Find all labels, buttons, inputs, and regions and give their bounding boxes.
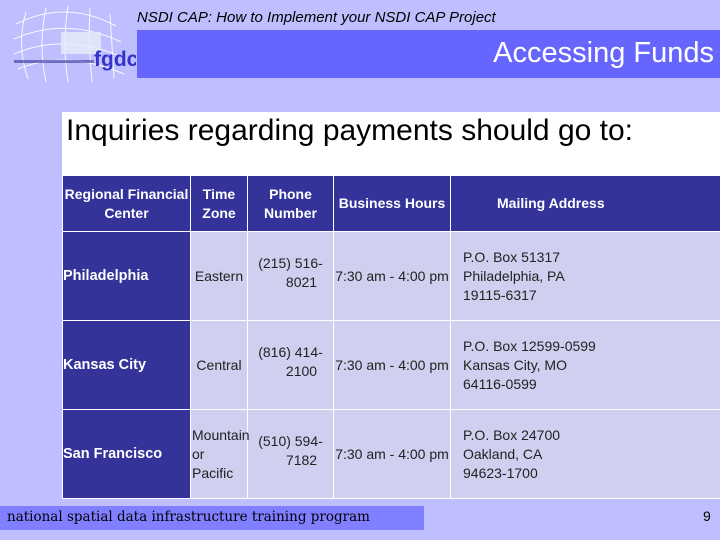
fgdc-logo: fgdc xyxy=(6,4,139,84)
time-zone: Eastern xyxy=(190,231,248,321)
content-panel: Inquiries regarding payments should go t… xyxy=(62,112,720,499)
table-header-row: Regional Financial Center Time Zone Phon… xyxy=(62,175,720,232)
slide-title: Accessing Funds xyxy=(493,37,714,69)
center-name: San Francisco xyxy=(62,409,191,499)
mailing-address: P.O. Box 24700 Oakland, CA 94623-1700 xyxy=(450,409,720,499)
column-header-timezone: Time Zone xyxy=(190,175,248,232)
phone-number: (816) 414- 2100 xyxy=(247,320,334,410)
phone-number: (215) 516- 8021 xyxy=(247,231,334,321)
table-row: Kansas City Central (816) 414- 2100 7:30… xyxy=(62,320,720,410)
column-header-center: Regional Financial Center xyxy=(62,175,191,232)
presentation-subtitle: NSDI CAP: How to Implement your NSDI CAP… xyxy=(137,9,496,26)
page-number: 9 xyxy=(703,508,711,524)
financial-centers-table: Regional Financial Center Time Zone Phon… xyxy=(62,175,720,499)
footer-bar: national spatial data infrastructure tra… xyxy=(0,506,424,530)
fgdc-logo-text: fgdc xyxy=(94,48,136,71)
business-hours: 7:30 am - 4:00 pm xyxy=(333,320,451,410)
business-hours: 7:30 am - 4:00 pm xyxy=(333,409,451,499)
time-zone: Central xyxy=(190,320,248,410)
table-row: Philadelphia Eastern (215) 516- 8021 7:3… xyxy=(62,231,720,321)
center-name: Philadelphia xyxy=(62,231,191,321)
center-name: Kansas City xyxy=(62,320,191,410)
column-header-hours: Business Hours xyxy=(333,175,451,232)
time-zone: Mountain or Pacific xyxy=(190,409,250,499)
phone-number: (510) 594- 7182 xyxy=(247,409,334,499)
business-hours: 7:30 am - 4:00 pm xyxy=(333,231,451,321)
title-bar: Accessing Funds xyxy=(137,30,720,78)
column-header-address: Mailing Address xyxy=(450,175,720,232)
column-header-phone: Phone Number xyxy=(247,175,334,232)
table-row: San Francisco Mountain or Pacific (510) … xyxy=(62,409,720,499)
content-heading: Inquiries regarding payments should go t… xyxy=(66,114,634,147)
mailing-address: P.O. Box 51317 Philadelphia, PA 19115-63… xyxy=(450,231,720,321)
globe-grid-icon: fgdc xyxy=(13,5,139,83)
mailing-address: P.O. Box 12599-0599 Kansas City, MO 6411… xyxy=(450,320,720,410)
footer-program-text: national spatial data infrastructure tra… xyxy=(7,509,370,525)
